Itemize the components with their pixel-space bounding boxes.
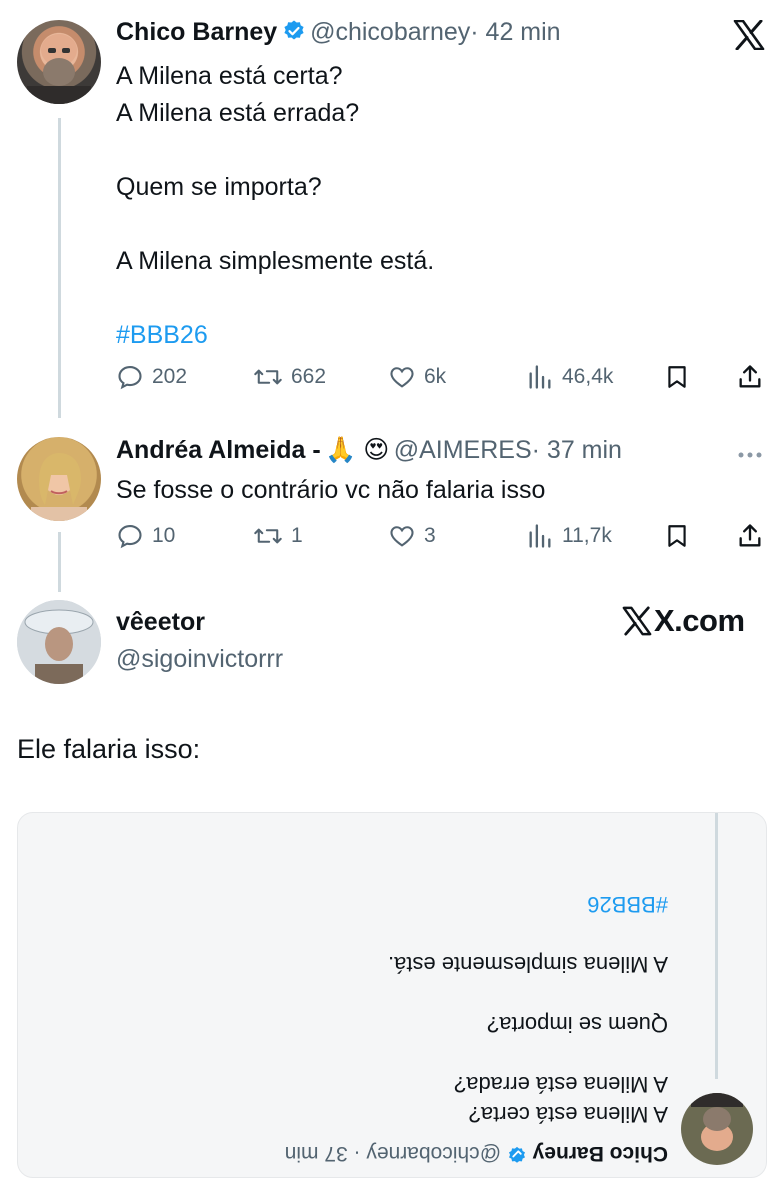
repost-icon [254,369,282,385]
views-icon [529,365,551,389]
more-options-icon[interactable] [737,446,763,464]
tweet-line: A Milena está certa? [116,62,343,90]
share-icon [739,365,761,388]
avatar-veeetor[interactable] [17,600,101,684]
tweet-line [116,206,736,243]
quoted-line: A Milena está certa? [468,1102,668,1127]
thread-line [715,813,718,1079]
hashtag-link[interactable]: #BBB26 [116,317,736,354]
reply-text: Se fosse o contrário vc não falaria isso [116,476,546,504]
x-logo-icon [622,606,652,636]
tweet-header: Chico Barney @chicobarney· 42 min [116,18,561,48]
reply-icon [118,525,142,549]
heart-icon [390,367,414,388]
avatar-chico-small [681,1093,753,1165]
author-handle[interactable]: @AIMERES [394,436,532,464]
bookmark-icon [668,366,686,388]
reply-icon [118,366,142,390]
tweet-line: A Milena está errada? [116,99,360,127]
repost-button[interactable]: 662 [253,363,326,391]
heart-icon [390,526,414,547]
thread-line [58,118,61,418]
thread-line [58,532,61,592]
quoted-header: Chico Barney @chicobarney · 37 min [285,1138,668,1165]
reply-count: 202 [152,365,188,388]
quoted-hashtag: #BBB26 [587,892,668,917]
quoted-time: · 37 min [284,1142,361,1165]
like-button[interactable]: 3 [388,522,436,550]
avatar-andrea[interactable] [17,437,101,521]
author-name[interactable]: Andréa Almeida - [116,436,321,464]
quoted-author-name: Chico Barney [532,1142,668,1165]
views-icon [529,524,551,548]
emoji-text: 🙏 😍 [325,436,390,464]
brand-watermark: X.com [622,603,745,639]
quoted-image[interactable]: Chico Barney @chicobarney · 37 min A Mil… [17,812,767,1178]
reply-count: 10 [152,524,176,547]
verified-icon [507,1138,527,1164]
tweet-body: A Milena está certa? A Milena está errad… [116,58,736,354]
reply-header: Andréa Almeida - 🙏 😍 @AIMERES· 37 min [116,435,622,465]
tweet-line [116,132,736,169]
author-name[interactable]: Chico Barney [116,18,277,46]
brand-text: X.com [654,603,745,638]
x-logo-icon [733,19,765,55]
avatar-chico[interactable] [17,20,101,104]
author-handle[interactable]: @chicobarney [310,18,470,46]
view-count: 11,7k [562,524,612,547]
view-count: 46,4k [562,365,614,388]
like-button[interactable]: 6k [388,363,446,391]
flipped-tweet: Chico Barney @chicobarney · 37 min A Mil… [18,813,766,1177]
repost-count: 1 [291,524,303,547]
tweet-actions: 202 662 6k 46,4k [116,363,766,393]
author-name[interactable]: vêeetor [116,608,205,637]
reply-actions: 10 1 3 11,7k [116,522,766,552]
quoted-line: Quem se importa? [487,1012,668,1037]
verified-icon [282,19,306,48]
bookmark-icon [668,525,686,547]
repost-button[interactable]: 1 [253,522,303,550]
tweet-line [116,280,736,317]
bookmark-button[interactable] [664,522,690,550]
tweet-line: A Milena simplesmente está. [116,247,435,275]
like-count: 3 [424,524,436,547]
quoted-line: A Milena simplesmente está. [387,952,668,977]
views-button[interactable]: 11,7k [526,522,612,550]
author-handle[interactable]: @sigoinvictorrr [116,645,283,674]
quoted-handle: @chicobarney [366,1142,501,1165]
quoted-line: A Milena está errada? [453,1072,668,1097]
main-text: Ele falaria isso: [17,734,201,764]
reply-button[interactable]: 202 [116,363,187,391]
share-icon [739,524,761,547]
share-button[interactable] [736,522,764,550]
views-button[interactable]: 46,4k [526,363,613,391]
repost-icon [254,528,282,544]
timestamp[interactable]: · 42 min [470,18,560,46]
tweet-line: Quem se importa? [116,173,322,201]
reply-button[interactable]: 10 [116,522,175,550]
like-count: 6k [424,365,447,388]
quoted-body: A Milena está certa? A Milena está errad… [388,889,668,1129]
bookmark-button[interactable] [664,363,690,391]
share-button[interactable] [736,363,764,391]
repost-count: 662 [291,365,327,388]
timestamp[interactable]: · 37 min [532,436,622,464]
